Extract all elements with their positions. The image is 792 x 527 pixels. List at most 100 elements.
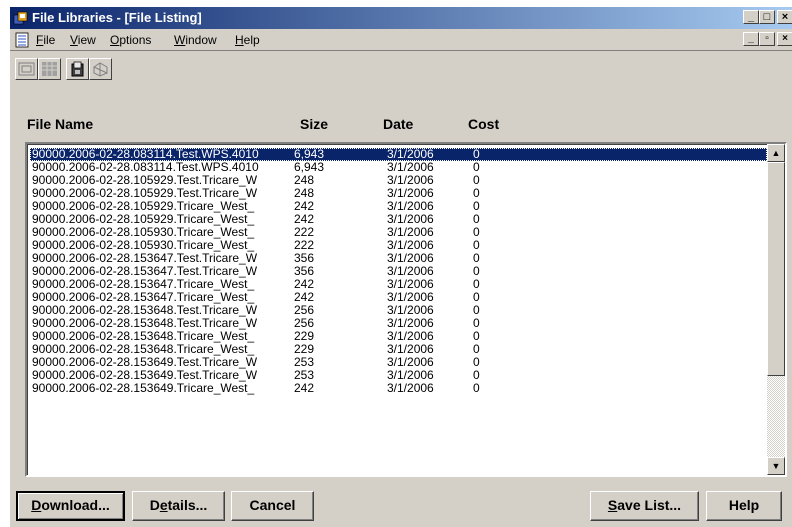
toolbar-download-button[interactable] [66,58,89,80]
file-date-cell: 3/1/2006 [387,304,434,317]
grid-icon [42,62,57,76]
file-date-cell: 3/1/2006 [387,187,434,200]
column-header-file-name[interactable]: File Name [27,116,93,132]
file-name-cell: 90000.2006-02-28.105929.Tricare_West_ [32,200,255,213]
file-name-cell: 90000.2006-02-28.105929.Test.Tricare_W [32,174,258,187]
file-size-cell: 6,943 [294,148,325,161]
table-row[interactable]: 90000.2006-02-28.153647.Tricare_West_ 242… [30,291,767,304]
details-label-start: D [149,497,160,513]
app-icon[interactable] [13,10,29,26]
column-header-date[interactable]: Date [383,116,413,132]
file-size-cell: 242 [294,278,315,291]
vertical-scrollbar[interactable]: ▲ ▼ [767,144,785,475]
help-button[interactable]: Help [706,491,782,521]
menu-options-rest: ptions [119,33,152,47]
table-row[interactable]: 90000.2006-02-28.153649.Tricare_West_ 242… [30,382,767,395]
table-row[interactable]: 90000.2006-02-28.105929.Tricare_West_ 242… [30,200,767,213]
table-row[interactable]: 90000.2006-02-28.153648.Test.Tricare_W 25… [30,304,767,317]
scroll-up-button[interactable]: ▲ [767,144,785,162]
table-row[interactable]: 90000.2006-02-28.153647.Tricare_West_ 242… [30,278,767,291]
table-row[interactable]: 90000.2006-02-28.083114.Test.WPS.4010 6,9… [30,161,767,174]
file-cost-cell: 0 [473,187,480,200]
file-list[interactable]: 90000.2006-02-28.083114.Test.WPS.4010 6,9… [25,142,787,477]
table-row[interactable]: 90000.2006-02-28.153648.Test.Tricare_W 25… [30,317,767,330]
title-bar[interactable]: File Libraries - [File Listing] _ □ × [10,7,792,29]
file-list-rows: 90000.2006-02-28.083114.Test.WPS.4010 6,9… [27,144,767,475]
file-name-cell: 90000.2006-02-28.153649.Test.Tricare_W [32,356,258,369]
minimize-button[interactable]: _ [743,10,759,24]
file-cost-cell: 0 [473,200,480,213]
file-date-cell: 3/1/2006 [387,330,434,343]
file-size-cell: 253 [294,369,315,382]
cancel-button[interactable]: Cancel [231,491,314,521]
file-size-cell: 229 [294,330,315,343]
scroll-down-button[interactable]: ▼ [767,457,785,475]
file-name-cell: 90000.2006-02-28.105929.Tricare_West_ [32,213,255,226]
column-header-cost[interactable]: Cost [468,116,499,132]
file-size-cell: 6,943 [294,161,325,174]
menu-window[interactable]: Window [174,33,217,47]
table-row[interactable]: 90000.2006-02-28.105930.Tricare_West_ 222… [30,239,767,252]
file-date-cell: 3/1/2006 [387,174,434,187]
file-cost-cell: 0 [473,356,480,369]
mdi-minimize-button[interactable]: _ [743,32,759,46]
toolbar-connect-button[interactable] [89,58,112,80]
download-button[interactable]: Download... [16,491,125,521]
file-cost-cell: 0 [473,252,480,265]
menu-view-mnemonic: V [70,33,78,47]
file-name-cell: 90000.2006-02-28.153648.Tricare_West_ [32,343,255,356]
table-row[interactable]: 90000.2006-02-28.153647.Test.Tricare_W 35… [30,265,767,278]
menu-options[interactable]: Options [110,33,151,47]
mdi-restore-button[interactable]: ▫ [759,32,775,46]
scroll-thumb[interactable] [767,162,785,376]
file-cost-cell: 0 [473,317,480,330]
file-date-cell: 3/1/2006 [387,343,434,356]
toolbar-library-button[interactable] [15,58,38,80]
table-row[interactable]: 90000.2006-02-28.153649.Test.Tricare_W 25… [30,356,767,369]
menu-view[interactable]: View [70,33,96,47]
file-name-cell: 90000.2006-02-28.153648.Test.Tricare_W [32,304,258,317]
file-date-cell: 3/1/2006 [387,213,434,226]
table-row[interactable]: 90000.2006-02-28.083114.Test.WPS.4010 6,9… [30,148,767,161]
menu-help[interactable]: Help [235,33,260,47]
save-list-button[interactable]: Save List... [590,491,699,521]
file-name-cell: 90000.2006-02-28.153647.Tricare_West_ [32,291,255,304]
table-row[interactable]: 90000.2006-02-28.105929.Test.Tricare_W 24… [30,174,767,187]
connect-icon [93,62,108,77]
document-icon[interactable] [14,32,30,48]
window-title: File Libraries - [File Listing] [32,10,202,25]
menu-file[interactable]: File [36,33,55,47]
menu-help-mnemonic: H [235,33,244,47]
file-size-cell: 242 [294,200,315,213]
file-date-cell: 3/1/2006 [387,317,434,330]
file-size-cell: 248 [294,187,315,200]
toolbar [10,50,792,101]
table-row[interactable]: 90000.2006-02-28.105930.Tricare_West_ 222… [30,226,767,239]
maximize-button[interactable]: □ [759,10,775,24]
mdi-close-button[interactable]: × [777,32,792,46]
file-size-cell: 356 [294,265,315,278]
table-row[interactable]: 90000.2006-02-28.105929.Tricare_West_ 242… [30,213,767,226]
details-button[interactable]: Details... [132,491,225,521]
close-button[interactable]: × [777,10,792,24]
table-row[interactable]: 90000.2006-02-28.153647.Test.Tricare_W 35… [30,252,767,265]
table-row[interactable]: 90000.2006-02-28.153648.Tricare_West_ 229… [30,330,767,343]
file-date-cell: 3/1/2006 [387,252,434,265]
save-list-label-rest: ave List... [617,497,682,513]
table-row[interactable]: 90000.2006-02-28.153649.Test.Tricare_W 25… [30,369,767,382]
file-cost-cell: 0 [473,382,480,395]
file-date-cell: 3/1/2006 [387,278,434,291]
file-date-cell: 3/1/2006 [387,369,434,382]
table-row[interactable]: 90000.2006-02-28.105929.Test.Tricare_W 24… [30,187,767,200]
column-header-size[interactable]: Size [300,116,328,132]
file-cost-cell: 0 [473,291,480,304]
file-cost-cell: 0 [473,174,480,187]
file-size-cell: 229 [294,343,315,356]
toolbar-grid-button[interactable] [38,58,61,80]
file-date-cell: 3/1/2006 [387,382,434,395]
download-label-rest: ownload... [41,497,110,513]
file-size-cell: 248 [294,174,315,187]
menu-help-rest: elp [243,33,260,47]
table-row[interactable]: 90000.2006-02-28.153648.Tricare_West_ 229… [30,343,767,356]
menu-window-mnemonic: W [174,33,186,47]
